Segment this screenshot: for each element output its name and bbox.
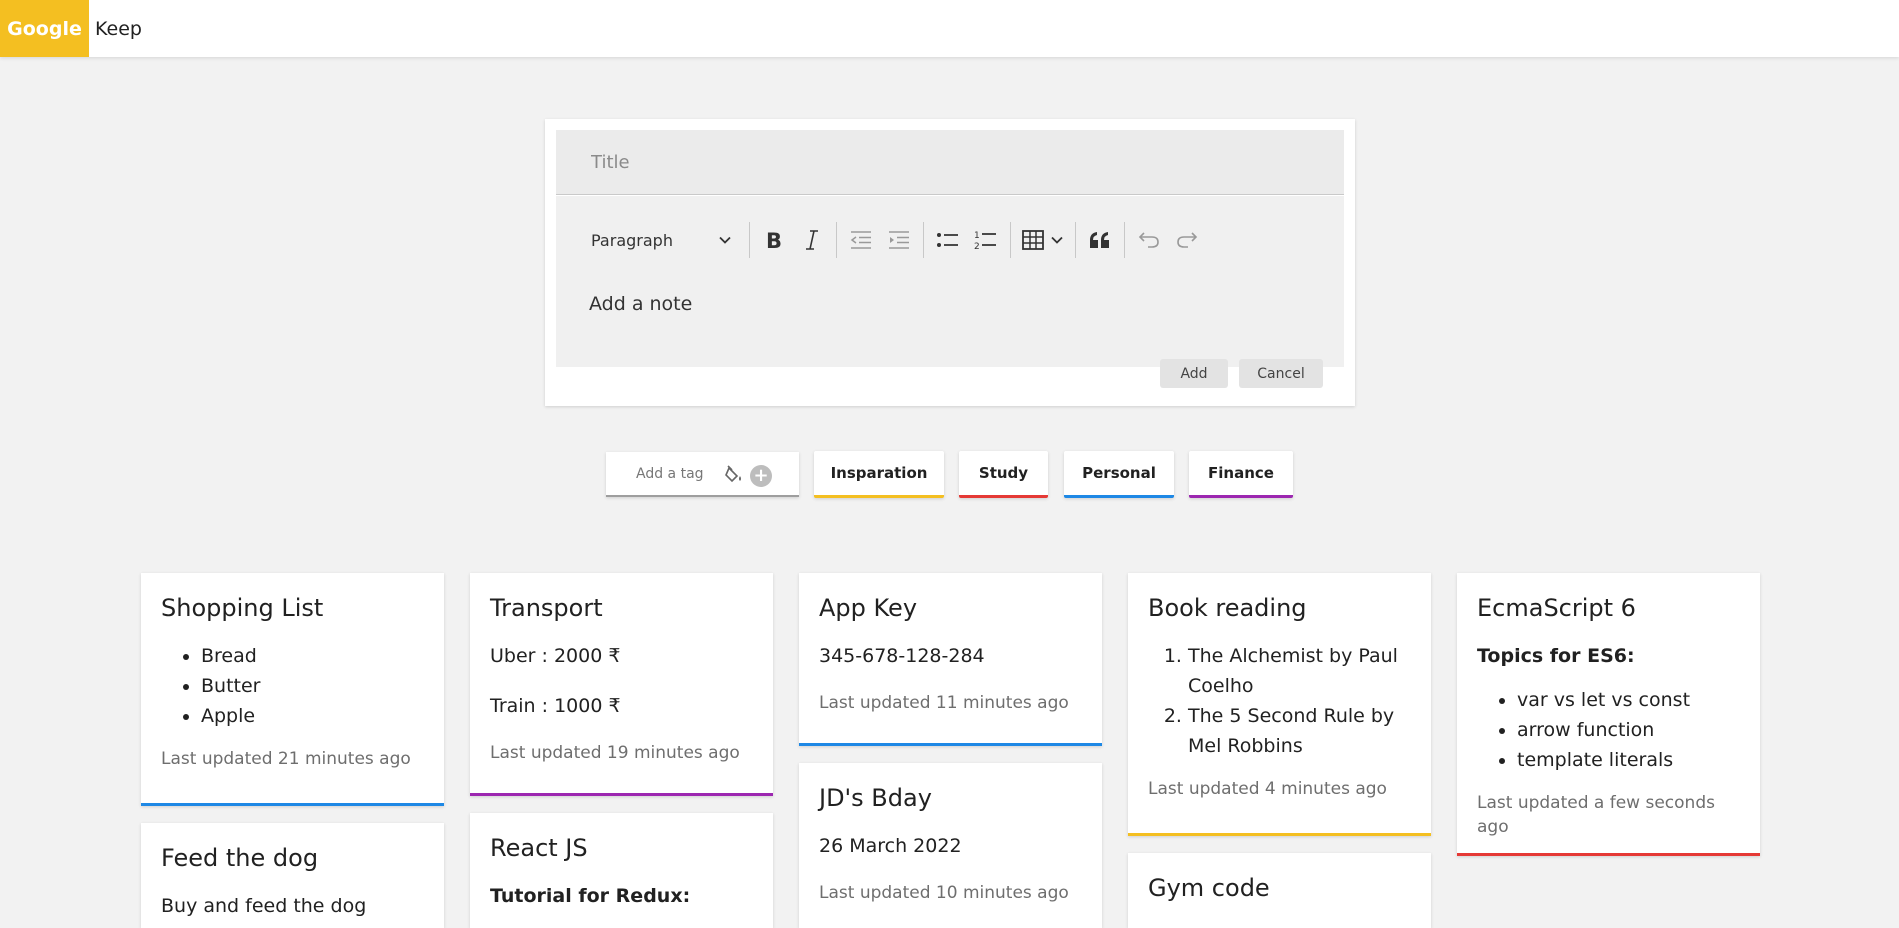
note-title: Transport <box>490 594 603 622</box>
note-timestamp: Last updated 21 minutes ago <box>161 749 411 769</box>
app-header: Google Keep <box>0 0 1899 57</box>
chevron-down-icon <box>719 236 731 244</box>
note-line: 345-678-128-284 <box>819 645 985 667</box>
indent-icon <box>889 231 909 249</box>
note-content: Bread Butter Apple <box>161 641 424 731</box>
undo-button[interactable] <box>1130 218 1168 262</box>
cancel-button[interactable]: Cancel <box>1239 359 1323 388</box>
toolbar-divider <box>1124 222 1125 258</box>
editor-body[interactable]: Paragraph B 12 Add a note <box>556 196 1344 367</box>
note-body-input[interactable]: Add a note <box>589 293 692 315</box>
tag-finance[interactable]: Finance <box>1189 451 1293 498</box>
note-content: Buy and feed the dog <box>161 895 367 917</box>
note-content: 345-678-128-284 <box>819 641 1082 671</box>
note-content: Uber : 2000 ₹ Train : 1000 ₹ <box>490 641 753 721</box>
note-card-app-key[interactable]: App Key 345-678-128-284 Last updated 11 … <box>799 573 1102 746</box>
list-item: The 5 Second Rule by Mel Robbins <box>1188 701 1411 761</box>
note-title: Gym code <box>1148 874 1270 902</box>
note-title: React JS <box>490 834 588 862</box>
color-fill-icon[interactable] <box>724 465 744 485</box>
svg-text:B: B <box>766 229 782 251</box>
note-timestamp: Last updated a few seconds ago <box>1477 793 1715 837</box>
list-item: Bread <box>201 641 424 671</box>
list-item: The Alchemist by Paul Coelho <box>1188 641 1411 701</box>
note-subtitle: Tutorial for Redux: <box>490 885 691 907</box>
add-tag-box: + <box>606 452 799 497</box>
note-content: var vs let vs const arrow function templ… <box>1477 685 1740 775</box>
bold-button[interactable]: B <box>755 218 793 262</box>
outdent-button[interactable] <box>842 218 880 262</box>
note-card-jds-bday[interactable]: JD's Bday 26 March 2022 Last updated 10 … <box>799 763 1102 928</box>
tag-insparation[interactable]: Insparation <box>814 451 944 498</box>
note-title: Book reading <box>1148 594 1307 622</box>
list-item: var vs let vs const <box>1517 685 1740 715</box>
list-item: Butter <box>201 671 424 701</box>
note-timestamp: Last updated 11 minutes ago <box>819 693 1069 713</box>
italic-button[interactable] <box>793 218 831 262</box>
outdent-icon <box>850 231 871 249</box>
quote-icon <box>1090 232 1109 248</box>
note-line: 26 March 2022 <box>819 835 962 857</box>
list-item: arrow function <box>1517 715 1740 745</box>
svg-text:1: 1 <box>974 231 980 241</box>
note-title: JD's Bday <box>819 784 932 812</box>
note-content: 26 March 2022 <box>819 831 1082 861</box>
editor-actions: Add Cancel <box>1160 359 1323 388</box>
numbered-list-icon: 12 <box>974 231 996 251</box>
paragraph-label: Paragraph <box>591 230 673 250</box>
bulleted-list-icon <box>937 233 958 247</box>
add-tag-plus-icon[interactable]: + <box>750 465 772 487</box>
note-editor: Paragraph B 12 <box>545 119 1355 406</box>
block-quote-button[interactable] <box>1081 218 1119 262</box>
brand-keep-label: Keep <box>95 17 142 40</box>
indent-button[interactable] <box>880 218 918 262</box>
note-card-shopping-list[interactable]: Shopping List Bread Butter Apple Last up… <box>141 573 444 806</box>
bold-icon: B <box>766 229 782 251</box>
toolbar-divider <box>1010 222 1011 258</box>
toolbar-divider <box>836 222 837 258</box>
redo-icon <box>1177 232 1198 248</box>
title-bar <box>556 130 1344 195</box>
undo-icon <box>1138 232 1159 248</box>
note-title: Feed the dog <box>161 844 319 872</box>
table-icon <box>1022 230 1044 250</box>
note-title: EcmaScript 6 <box>1477 594 1636 622</box>
tag-personal[interactable]: Personal <box>1064 451 1174 498</box>
toolbar-divider <box>1075 222 1076 258</box>
note-line: Train : 1000 ₹ <box>490 695 621 717</box>
add-tag-input[interactable] <box>636 465 736 482</box>
title-input[interactable] <box>556 130 1344 194</box>
note-content: The Alchemist by Paul Coelho The 5 Secon… <box>1148 641 1411 761</box>
list-item: template literals <box>1517 745 1740 775</box>
redo-button[interactable] <box>1168 218 1206 262</box>
note-timestamp: Last updated 4 minutes ago <box>1148 779 1387 799</box>
paragraph-dropdown[interactable]: Paragraph <box>580 218 744 262</box>
italic-icon <box>806 230 818 250</box>
toolbar-divider <box>923 222 924 258</box>
note-card-book-reading[interactable]: Book reading The Alchemist by Paul Coelh… <box>1128 573 1431 836</box>
note-timestamp: Last updated 10 minutes ago <box>819 883 1069 903</box>
note-subtitle: Topics for ES6: <box>1477 645 1635 667</box>
note-timestamp: Last updated 19 minutes ago <box>490 743 740 763</box>
tag-study[interactable]: Study <box>959 451 1048 498</box>
list-item: Apple <box>201 701 424 731</box>
note-card-gym-code[interactable]: Gym code <box>1128 853 1431 928</box>
svg-text:2: 2 <box>974 242 980 251</box>
note-card-transport[interactable]: Transport Uber : 2000 ₹ Train : 1000 ₹ L… <box>470 573 773 796</box>
toolbar-divider <box>749 222 750 258</box>
note-card-ecmascript-6[interactable]: EcmaScript 6 Topics for ES6: var vs let … <box>1457 573 1760 856</box>
add-button[interactable]: Add <box>1160 359 1228 388</box>
brand-google-logo[interactable]: Google <box>0 0 89 57</box>
note-title: Shopping List <box>161 594 324 622</box>
note-line: Uber : 2000 ₹ <box>490 645 621 667</box>
note-card-feed-the-dog[interactable]: Feed the dog Buy and feed the dog <box>141 823 444 928</box>
insert-table-button[interactable] <box>1016 218 1070 262</box>
editor-toolbar: Paragraph B 12 <box>580 218 1206 262</box>
numbered-list-button[interactable]: 12 <box>967 218 1005 262</box>
bulleted-list-button[interactable] <box>929 218 967 262</box>
chevron-down-icon <box>1051 236 1063 244</box>
note-title: App Key <box>819 594 918 622</box>
note-card-react-js[interactable]: React JS Tutorial for Redux: <box>470 813 773 928</box>
